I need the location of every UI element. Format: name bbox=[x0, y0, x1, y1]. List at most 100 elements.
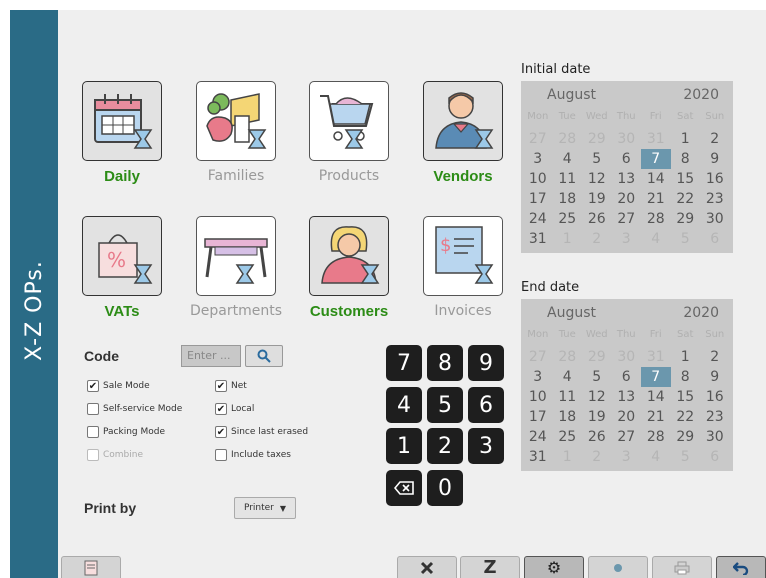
settings-button[interactable]: ⚙ bbox=[524, 556, 584, 578]
calendar-day[interactable]: 25 bbox=[553, 427, 583, 447]
calendar-month[interactable]: August bbox=[547, 87, 596, 103]
calendar-day[interactable]: 3 bbox=[612, 229, 642, 249]
calendar-day[interactable]: 12 bbox=[582, 387, 612, 407]
calendar-day[interactable]: 25 bbox=[553, 209, 583, 229]
calendar-day[interactable]: 4 bbox=[641, 447, 671, 467]
calendar-day[interactable]: 31 bbox=[523, 229, 553, 249]
report-button[interactable] bbox=[61, 556, 121, 578]
calendar-day[interactable]: 6 bbox=[700, 229, 730, 249]
calendar-day[interactable]: 28 bbox=[553, 347, 583, 367]
calendar-day[interactable]: 26 bbox=[582, 427, 612, 447]
calendar-day[interactable]: 31 bbox=[523, 447, 553, 467]
calendar-day[interactable]: 16 bbox=[700, 169, 730, 189]
calendar-day[interactable]: 1 bbox=[671, 129, 701, 149]
code-input[interactable]: Enter ... bbox=[181, 345, 241, 367]
calendar-day[interactable]: 18 bbox=[553, 407, 583, 427]
calendar-day[interactable]: 8 bbox=[671, 149, 701, 169]
keypad-key-2[interactable]: 2 bbox=[427, 428, 463, 464]
since-last-erased-checkbox[interactable]: ✔ Since last erased bbox=[215, 425, 308, 439]
keypad-key-8[interactable]: 8 bbox=[427, 345, 463, 381]
calendar-day[interactable]: 14 bbox=[641, 169, 671, 189]
calendar-day[interactable]: 27 bbox=[612, 209, 642, 229]
keypad-key-1[interactable]: 1 bbox=[386, 428, 422, 464]
calendar-day[interactable]: 10 bbox=[523, 169, 553, 189]
end-date-calendar[interactable]: August 2020 Mon Tue Wed Thu Fri Sat Sun 27 28 29… bbox=[521, 299, 733, 471]
calendar-day[interactable]: 2 bbox=[582, 447, 612, 467]
calendar-day[interactable]: 22 bbox=[671, 189, 701, 209]
calendar-day[interactable]: 28 bbox=[641, 209, 671, 229]
preview-button[interactable] bbox=[588, 556, 648, 578]
keypad-key-5[interactable]: 5 bbox=[427, 387, 463, 423]
calendar-day[interactable]: 28 bbox=[553, 129, 583, 149]
calendar-day[interactable]: 6 bbox=[700, 447, 730, 467]
calendar-day[interactable]: 13 bbox=[612, 169, 642, 189]
calendar-day[interactable]: 19 bbox=[582, 407, 612, 427]
calendar-day[interactable]: 5 bbox=[582, 367, 612, 387]
calendar-day[interactable]: 18 bbox=[553, 189, 583, 209]
tile-vendors[interactable]: Vendors bbox=[408, 81, 518, 185]
include-taxes-checkbox[interactable]: Include taxes bbox=[215, 448, 291, 462]
calendar-day[interactable]: 4 bbox=[553, 367, 583, 387]
calendar-day[interactable]: 16 bbox=[700, 387, 730, 407]
calendar-day[interactable]: 10 bbox=[523, 387, 553, 407]
calendar-day[interactable]: 30 bbox=[612, 129, 642, 149]
calendar-day[interactable]: 26 bbox=[582, 209, 612, 229]
calendar-day[interactable]: 24 bbox=[523, 209, 553, 229]
calendar-day[interactable]: 31 bbox=[641, 129, 671, 149]
keypad-key-9[interactable]: 9 bbox=[468, 345, 504, 381]
calendar-day[interactable]: 3 bbox=[612, 447, 642, 467]
calendar-day[interactable]: 17 bbox=[523, 189, 553, 209]
calendar-year[interactable]: 2020 bbox=[683, 87, 719, 103]
sale-mode-checkbox[interactable]: ✔ Sale Mode bbox=[87, 379, 150, 393]
calendar-day[interactable]: 29 bbox=[582, 129, 612, 149]
back-button[interactable] bbox=[716, 556, 766, 578]
calendar-day[interactable]: 31 bbox=[641, 347, 671, 367]
calendar-day[interactable]: 23 bbox=[700, 407, 730, 427]
tile-families[interactable]: Families bbox=[181, 81, 291, 184]
calendar-day[interactable]: 21 bbox=[641, 407, 671, 427]
calendar-day[interactable]: 6 bbox=[612, 149, 642, 169]
calendar-day[interactable]: 11 bbox=[553, 169, 583, 189]
calendar-day[interactable]: 24 bbox=[523, 427, 553, 447]
calendar-day[interactable]: 30 bbox=[612, 347, 642, 367]
calendar-day[interactable]: 3 bbox=[523, 149, 553, 169]
calendar-day[interactable]: 14 bbox=[641, 387, 671, 407]
calendar-day-selected[interactable]: 7 bbox=[641, 149, 671, 169]
calendar-day[interactable]: 22 bbox=[671, 407, 701, 427]
combine-checkbox[interactable]: Combine bbox=[87, 448, 143, 462]
local-checkbox[interactable]: ✔ Local bbox=[215, 402, 254, 416]
calendar-day[interactable]: 3 bbox=[523, 367, 553, 387]
calendar-day[interactable]: 5 bbox=[582, 149, 612, 169]
calendar-day[interactable]: 1 bbox=[553, 447, 583, 467]
calendar-day[interactable]: 30 bbox=[700, 427, 730, 447]
net-checkbox[interactable]: ✔ Net bbox=[215, 379, 247, 393]
calendar-day[interactable]: 29 bbox=[582, 347, 612, 367]
calendar-day-selected[interactable]: 7 bbox=[641, 367, 671, 387]
calendar-day[interactable]: 15 bbox=[671, 169, 701, 189]
calendar-day[interactable]: 19 bbox=[582, 189, 612, 209]
calendar-day[interactable]: 17 bbox=[523, 407, 553, 427]
keypad-key-4[interactable]: 4 bbox=[386, 387, 422, 423]
initial-date-calendar[interactable]: August 2020 Mon Tue Wed Thu Fri Sat Sun 27 28 29… bbox=[521, 81, 733, 253]
calendar-day[interactable]: 20 bbox=[612, 407, 642, 427]
calendar-day[interactable]: 12 bbox=[582, 169, 612, 189]
calendar-day[interactable]: 1 bbox=[671, 347, 701, 367]
calendar-day[interactable]: 28 bbox=[641, 427, 671, 447]
calendar-day[interactable]: 13 bbox=[612, 387, 642, 407]
packing-mode-checkbox[interactable]: Packing Mode bbox=[87, 425, 165, 439]
calendar-day[interactable]: 2 bbox=[700, 129, 730, 149]
tile-departments[interactable]: Departments bbox=[181, 216, 291, 319]
calendar-day[interactable]: 2 bbox=[700, 347, 730, 367]
calendar-day[interactable]: 23 bbox=[700, 189, 730, 209]
tile-daily[interactable]: Daily bbox=[67, 81, 177, 185]
calendar-day[interactable]: 21 bbox=[641, 189, 671, 209]
tile-customers[interactable]: Customers bbox=[294, 216, 404, 320]
calendar-day[interactable]: 2 bbox=[582, 229, 612, 249]
calendar-day[interactable]: 15 bbox=[671, 387, 701, 407]
calendar-day[interactable]: 8 bbox=[671, 367, 701, 387]
calendar-day[interactable]: 6 bbox=[612, 367, 642, 387]
calendar-year[interactable]: 2020 bbox=[683, 305, 719, 321]
print-button[interactable] bbox=[652, 556, 712, 578]
calendar-day[interactable]: 11 bbox=[553, 387, 583, 407]
tile-invoices[interactable]: $ Invoices bbox=[408, 216, 518, 319]
